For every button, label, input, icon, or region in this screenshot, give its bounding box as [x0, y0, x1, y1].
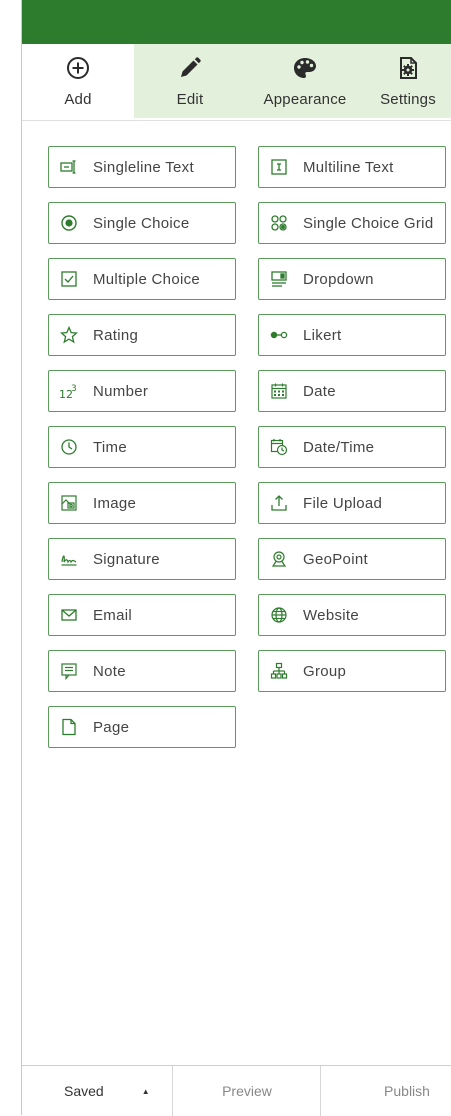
- signature-icon: [59, 549, 79, 569]
- saved-status-button[interactable]: Saved ▲: [22, 1066, 172, 1116]
- calendar-clock-icon: [269, 437, 289, 457]
- question-label: Note: [93, 662, 126, 680]
- question-note[interactable]: Note: [48, 650, 236, 692]
- globe-icon: [269, 605, 289, 625]
- publish-button[interactable]: Publish: [320, 1066, 451, 1116]
- tab-settings-label: Settings: [380, 91, 436, 108]
- question-label: Likert: [303, 326, 342, 344]
- question-singleline-text[interactable]: Singleline Text: [48, 146, 236, 188]
- question-label: Single Choice: [93, 214, 190, 232]
- question-label: Date: [303, 382, 336, 400]
- tab-settings[interactable]: Settings: [364, 44, 451, 118]
- header-bar: [22, 0, 451, 44]
- tab-add[interactable]: Add: [22, 44, 134, 118]
- question-image[interactable]: Image: [48, 482, 236, 524]
- palette-icon: [292, 55, 318, 81]
- question-label: Singleline Text: [93, 158, 194, 176]
- question-single-choice-grid[interactable]: Single Choice Grid: [258, 202, 446, 244]
- question-number[interactable]: 12 3 Number: [48, 370, 236, 412]
- likert-icon: [269, 325, 289, 345]
- survey-builder-panel: Add Edit Appearance Settings Singleline …: [21, 0, 451, 1116]
- question-label: Single Choice Grid: [303, 214, 434, 232]
- clock-icon: [59, 437, 79, 457]
- dropdown-icon: [269, 269, 289, 289]
- question-dropdown[interactable]: Dropdown: [258, 258, 446, 300]
- question-rating[interactable]: Rating: [48, 314, 236, 356]
- question-multiple-choice[interactable]: Multiple Choice: [48, 258, 236, 300]
- preview-button[interactable]: Preview: [172, 1066, 321, 1116]
- question-label: Page: [93, 718, 130, 736]
- toolbar-tabs: Add Edit Appearance Settings: [22, 44, 451, 121]
- question-label: Multiple Choice: [93, 270, 201, 288]
- multiline-text-icon: [269, 157, 289, 177]
- question-label: Dropdown: [303, 270, 374, 288]
- question-label: Multiline Text: [303, 158, 394, 176]
- question-website[interactable]: Website: [258, 594, 446, 636]
- number-icon: 12 3: [59, 381, 79, 401]
- tab-edit[interactable]: Edit: [134, 44, 246, 118]
- settings-document-icon: [396, 55, 420, 81]
- question-label: Website: [303, 606, 360, 624]
- question-page[interactable]: Page: [48, 706, 236, 748]
- checkbox-icon: [59, 269, 79, 289]
- radio-button-icon: [59, 213, 79, 233]
- tab-edit-label: Edit: [176, 91, 204, 108]
- question-multiline-text[interactable]: Multiline Text: [258, 146, 446, 188]
- singleline-text-icon: [59, 157, 79, 177]
- group-icon: [269, 661, 289, 681]
- question-email[interactable]: Email: [48, 594, 236, 636]
- plus-circle-icon: [66, 55, 90, 81]
- question-signature[interactable]: Signature: [48, 538, 236, 580]
- question-file-upload[interactable]: File Upload: [258, 482, 446, 524]
- question-geopoint[interactable]: GeoPoint: [258, 538, 446, 580]
- preview-label: Preview: [222, 1083, 272, 1099]
- question-label: Email: [93, 606, 133, 624]
- tab-appearance-label: Appearance: [263, 91, 347, 108]
- question-date-time[interactable]: Date/Time: [258, 426, 446, 468]
- question-likert[interactable]: Likert: [258, 314, 446, 356]
- question-label: Image: [93, 494, 137, 512]
- calendar-icon: [269, 381, 289, 401]
- question-label: Signature: [93, 550, 160, 568]
- question-time[interactable]: Time: [48, 426, 236, 468]
- question-group[interactable]: Group: [258, 650, 446, 692]
- question-label: Rating: [93, 326, 139, 344]
- question-label: GeoPoint: [303, 550, 368, 568]
- upload-icon: [269, 493, 289, 513]
- envelope-icon: [59, 605, 79, 625]
- star-icon: [59, 325, 79, 345]
- page-icon: [59, 717, 79, 737]
- question-single-choice[interactable]: Single Choice: [48, 202, 236, 244]
- caret-up-icon: ▲: [141, 1086, 150, 1096]
- saved-label: Saved: [64, 1083, 104, 1099]
- question-date[interactable]: Date: [258, 370, 446, 412]
- note-icon: [59, 661, 79, 681]
- question-label: File Upload: [303, 494, 383, 512]
- question-label: Number: [93, 382, 149, 400]
- pencil-icon: [178, 55, 202, 81]
- publish-label: Publish: [384, 1083, 430, 1099]
- question-label: Group: [303, 662, 347, 680]
- image-icon: [59, 493, 79, 513]
- tab-appearance[interactable]: Appearance: [246, 44, 364, 118]
- svg-text:3: 3: [71, 384, 77, 394]
- tab-add-label: Add: [64, 91, 92, 108]
- question-label: Time: [93, 438, 127, 456]
- footer-bar: Saved ▲ Preview Publish: [22, 1065, 451, 1116]
- map-pin-icon: [269, 549, 289, 569]
- choice-grid-icon: [269, 213, 289, 233]
- question-label: Date/Time: [303, 438, 375, 456]
